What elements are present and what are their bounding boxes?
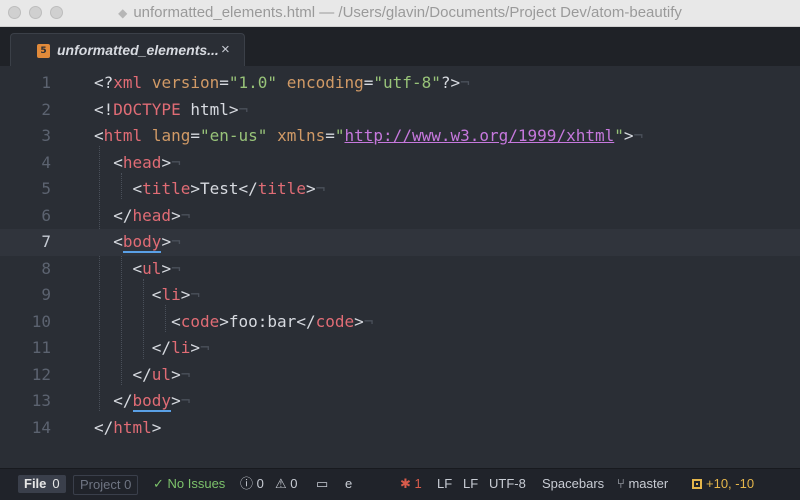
code-line: 8 <ul>¬ — [0, 256, 800, 283]
title-bar: ◆ unformatted_elements.html — /Users/glav… — [0, 0, 800, 27]
close-tab-icon[interactable]: × — [221, 41, 230, 58]
line-code: <title>Test</title>¬ — [132, 179, 326, 198]
line-code: <html lang="en-us" xmlns="http://www.w3.… — [94, 126, 644, 145]
encoding-letter: e — [345, 476, 353, 491]
errors-indicator[interactable]: ⓘ 0 — [240, 476, 264, 492]
line-code: <ul>¬ — [132, 258, 181, 278]
line-number: 5 — [41, 179, 51, 198]
tab-bar: 5 unformatted_elements... × — [0, 27, 800, 66]
line-ending-2[interactable]: LF — [463, 476, 478, 492]
tab-title: unformatted_elements... — [57, 42, 219, 58]
git-diff-stats[interactable]: +10, -10 — [692, 476, 754, 492]
code-line: 6 </head>¬ — [0, 203, 800, 230]
matched-tag: body — [122, 232, 162, 253]
matched-tag: body — [132, 391, 172, 412]
line-code: </body>¬ — [113, 391, 191, 412]
code-line-current: 7 <body>¬ — [0, 229, 800, 256]
code-line: 1 <?xml version="1.0" encoding="utf-8"?>… — [0, 70, 800, 97]
line-code: </head>¬ — [113, 205, 191, 225]
line-number: 14 — [31, 417, 51, 437]
line-code: <code>foo:bar</code>¬ — [171, 311, 374, 331]
linter-file-tab[interactable]: File 0 — [18, 475, 66, 493]
warning-icon: ⚠ — [275, 476, 287, 491]
line-number: 9 — [41, 285, 51, 304]
status-bar: File 0 Project 0 ✓ No Issues ⓘ 0 ⚠ 0 ▭ e … — [0, 468, 800, 500]
code-line: 10 <code>foo:bar</code>¬ — [0, 309, 800, 336]
line-code: </li>¬ — [151, 338, 210, 357]
line-number: 7 — [41, 232, 51, 251]
linter-status[interactable]: ✓ No Issues — [153, 476, 225, 492]
code-editor[interactable]: 1 <?xml version="1.0" encoding="utf-8"?>… — [0, 66, 800, 468]
bug-icon: ✱ — [400, 476, 411, 491]
line-code: <body>¬ — [113, 232, 181, 253]
info-circle-icon: ⓘ — [240, 476, 254, 491]
line-number: 6 — [41, 205, 51, 225]
line-code: </html> — [94, 417, 162, 437]
xmlns-url-link[interactable]: http://www.w3.org/1999/xhtml — [345, 126, 615, 145]
code-line: 2 <!DOCTYPE html>¬ — [0, 97, 800, 124]
git-branch[interactable]: ⑂ master — [617, 476, 668, 492]
line-number: 8 — [41, 258, 51, 278]
html5-icon: 5 — [37, 44, 50, 58]
line-code: <!DOCTYPE html>¬ — [94, 99, 249, 119]
code-line: 4 <head>¬ — [0, 150, 800, 177]
line-ending-1[interactable]: LF — [437, 476, 452, 492]
window-title: ◆ unformatted_elements.html — /Users/glav… — [118, 4, 682, 21]
code-line: 9 <li>¬ — [0, 282, 800, 309]
line-code: </ul>¬ — [132, 364, 191, 384]
code-line: 11 </li>¬ — [0, 335, 800, 362]
line-number: 10 — [31, 311, 51, 331]
code-line: 5 <title>Test</title>¬ — [0, 176, 800, 203]
code-line: 13 </body>¬ — [0, 388, 800, 415]
tab-unformatted-elements[interactable]: 5 unformatted_elements... × — [10, 33, 245, 66]
line-number: 12 — [31, 364, 51, 384]
diff-box-icon — [692, 479, 702, 489]
line-code: <?xml version="1.0" encoding="utf-8"?>¬ — [94, 73, 470, 92]
line-number: 2 — [41, 99, 51, 119]
line-number: 1 — [41, 73, 51, 92]
line-code: <head>¬ — [113, 152, 181, 172]
linter-project-tab[interactable]: Project 0 — [73, 475, 139, 495]
code-line: 12 </ul>¬ — [0, 362, 800, 389]
warnings-indicator[interactable]: ⚠ 0 — [275, 476, 298, 492]
indentation-mode[interactable]: Spacebars — [542, 476, 604, 492]
code-line: 14 </html> — [0, 415, 800, 442]
line-number: 4 — [41, 152, 51, 172]
file-encoding[interactable]: UTF-8 — [489, 476, 526, 492]
line-number: 13 — [31, 391, 51, 410]
monitor-icon[interactable]: ▭ — [316, 476, 328, 492]
code-line: 3 <html lang="en-us" xmlns="http://www.w… — [0, 123, 800, 150]
document-icon: ◆ — [118, 6, 128, 20]
line-number: 11 — [31, 338, 51, 357]
bug-indicator[interactable]: ✱ 1 — [400, 476, 422, 492]
line-code: <li>¬ — [151, 285, 200, 304]
line-number: 3 — [41, 126, 51, 145]
git-branch-icon: ⑂ — [617, 476, 625, 491]
